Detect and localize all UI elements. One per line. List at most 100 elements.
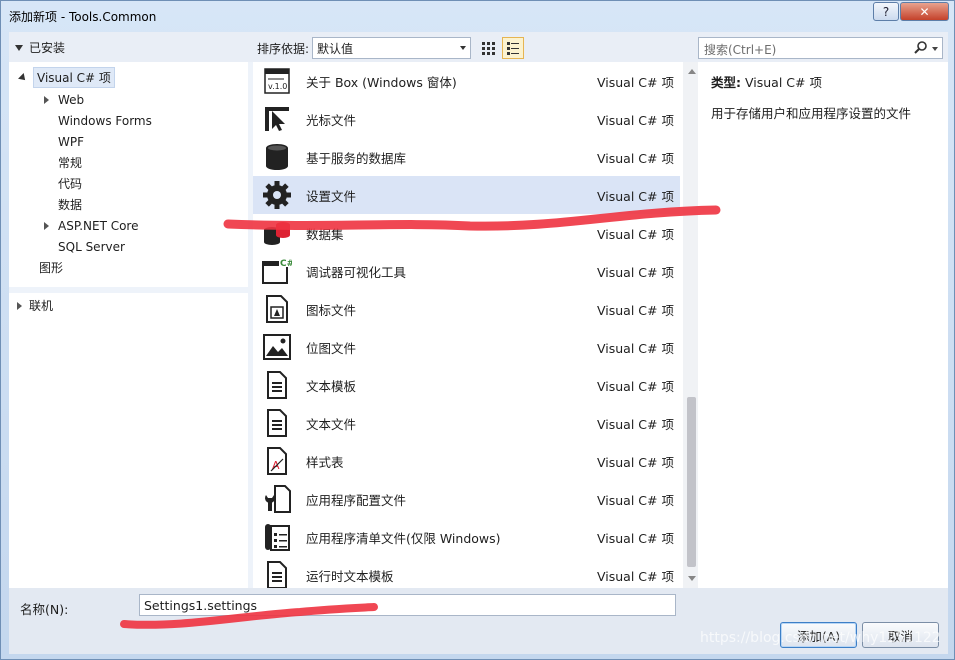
search-placeholder: 搜索(Ctrl+E): [704, 43, 777, 57]
item-type: Visual C# 项: [597, 416, 674, 432]
tree-label: ASP.NET Core: [58, 218, 139, 233]
collapsed-arrow-icon[interactable]: [44, 221, 49, 230]
item-type: Visual C# 项: [597, 378, 674, 394]
tree-item-sql-server[interactable]: SQL Server: [54, 236, 129, 257]
scroll-up-icon[interactable]: [688, 69, 696, 74]
title-bar: 添加新项 - Tools.Common ? ✕: [1, 1, 954, 31]
chevron-down-icon: [460, 46, 466, 50]
tree-item-graphics[interactable]: 图形: [35, 257, 67, 278]
list-item[interactable]: 应用程序清单文件(仅限 Windows) Visual C# 项: [253, 518, 680, 556]
help-button[interactable]: ?: [873, 2, 899, 21]
collapsed-arrow-icon[interactable]: [17, 301, 22, 310]
add-new-item-dialog: 添加新项 - Tools.Common ? ✕ 已安装 排序依据: 默认值 搜索…: [0, 0, 955, 660]
item-name: 样式表: [306, 454, 344, 470]
detail-type-label: 类型:: [711, 75, 741, 90]
grid-view-icon: [482, 42, 495, 55]
installed-label: 已安装: [29, 41, 66, 55]
list-item[interactable]: 应用程序配置文件 Visual C# 项: [253, 480, 680, 518]
detail-type-value: Visual C# 项: [744, 75, 822, 90]
list-item[interactable]: v.1.0 关于 Box (Windows 窗体) Visual C# 项: [253, 62, 680, 100]
list-item[interactable]: 基于服务的数据库 Visual C# 项: [253, 138, 680, 176]
item-type: Visual C# 项: [597, 188, 674, 204]
item-name: 文本文件: [306, 416, 357, 432]
installed-header[interactable]: 已安装: [15, 39, 65, 56]
expanded-arrow-icon[interactable]: [18, 72, 28, 83]
search-input[interactable]: 搜索(Ctrl+E): [698, 37, 943, 59]
item-name: 关于 Box (Windows 窗体): [306, 74, 457, 90]
item-name: 位图文件: [306, 340, 357, 356]
search-icon[interactable]: [914, 41, 928, 55]
list-item[interactable]: 文本文件 Visual C# 项: [253, 404, 680, 442]
template-list: v.1.0 关于 Box (Windows 窗体) Visual C# 项 光标…: [253, 62, 683, 588]
list-item[interactable]: 位图文件 Visual C# 项: [253, 328, 680, 366]
scroll-thumb[interactable]: [687, 397, 696, 567]
detail-panel: 类型: Visual C# 项 用于存储用户和应用程序设置的文件: [698, 62, 948, 588]
item-type: Visual C# 项: [597, 340, 674, 356]
tree-label: 联机: [29, 299, 54, 313]
close-button[interactable]: ✕: [900, 2, 949, 21]
detail-description: 用于存储用户和应用程序设置的文件: [711, 106, 912, 121]
item-type: Visual C# 项: [597, 568, 674, 584]
sort-value: 默认值: [317, 42, 354, 56]
text-template-icon: [262, 370, 292, 400]
list-item[interactable]: 运行时文本模板 Visual C# 项: [253, 556, 680, 588]
detail-type: 类型: Visual C# 项: [711, 72, 935, 91]
item-type: Visual C# 项: [597, 264, 674, 280]
tree-item-web[interactable]: Web: [44, 89, 88, 110]
tree-item-visual-csharp[interactable]: Visual C# 项: [18, 67, 115, 88]
debugger-visualizer-icon: C#: [262, 256, 292, 286]
collapsed-arrow-icon[interactable]: [44, 95, 49, 104]
svg-text:C#: C#: [280, 259, 292, 269]
search-options-icon[interactable]: [932, 47, 938, 51]
tree-item-wpf[interactable]: WPF: [54, 131, 88, 152]
collapse-arrow-icon[interactable]: [15, 44, 23, 51]
list-item[interactable]: A 样式表 Visual C# 项: [253, 442, 680, 480]
svg-text:v.1.0: v.1.0: [268, 82, 287, 91]
template-tree: Visual C# 项 Web Windows Forms WPF 常规 代码 …: [9, 62, 248, 588]
tree-item-code[interactable]: 代码: [54, 173, 86, 194]
sort-select[interactable]: 默认值: [312, 37, 471, 59]
name-label: 名称(N):: [20, 602, 69, 617]
item-name: 图标文件: [306, 302, 357, 318]
item-name: 基于服务的数据库: [306, 150, 407, 166]
icon-file-icon: [262, 294, 292, 324]
dialog-client: 已安装 排序依据: 默认值 搜索(Ctrl+E) Visual C# 项 Web…: [9, 32, 948, 654]
name-field[interactable]: Settings1.settings: [139, 594, 676, 616]
item-name: 应用程序配置文件: [306, 492, 407, 508]
item-name: 文本模板: [306, 378, 357, 394]
tree-item-windows-forms[interactable]: Windows Forms: [54, 110, 156, 131]
tree-label: 数据: [58, 198, 83, 212]
watermark: https://blog.csdn.net/why1251122: [700, 630, 941, 646]
list-item[interactable]: C# 调试器可视化工具 Visual C# 项: [253, 252, 680, 290]
tree-item-data[interactable]: 数据: [54, 194, 86, 215]
list-item[interactable]: 文本模板 Visual C# 项: [253, 366, 680, 404]
sort-label: 排序依据:: [257, 42, 310, 56]
tree-item-aspnet-core[interactable]: ASP.NET Core: [44, 215, 142, 236]
tree-label: Web: [58, 92, 85, 107]
item-name: 应用程序清单文件(仅限 Windows): [306, 530, 501, 546]
item-type: Visual C# 项: [597, 112, 674, 128]
grid-view-button[interactable]: [477, 37, 499, 59]
tree-label: Visual C# 项: [33, 67, 115, 88]
runtime-template-icon: [262, 560, 292, 588]
item-type: Visual C# 项: [597, 302, 674, 318]
list-item-selected[interactable]: 设置文件 Visual C# 项: [253, 176, 680, 214]
item-type: Visual C# 项: [597, 74, 674, 90]
stylesheet-icon: A: [262, 446, 292, 476]
tree-label: WPF: [58, 134, 85, 149]
scroll-down-icon[interactable]: [688, 576, 696, 581]
list-item[interactable]: 数据集 Visual C# 项: [253, 214, 680, 252]
tree-item-general[interactable]: 常规: [54, 152, 86, 173]
about-box-icon: v.1.0: [262, 66, 292, 96]
settings-gear-icon: [262, 180, 292, 210]
toolbar: 已安装 排序依据: 默认值 搜索(Ctrl+E): [9, 32, 948, 62]
tree-item-online[interactable]: 联机: [17, 295, 57, 316]
list-view-icon: [507, 42, 519, 55]
list-item[interactable]: 图标文件 Visual C# 项: [253, 290, 680, 328]
list-item[interactable]: 光标文件 Visual C# 项: [253, 100, 680, 138]
list-view-button[interactable]: [502, 37, 524, 59]
item-name: 光标文件: [306, 112, 357, 128]
tree-label: 代码: [58, 177, 83, 191]
item-name: 数据集: [306, 226, 344, 242]
dataset-icon: [262, 218, 292, 248]
